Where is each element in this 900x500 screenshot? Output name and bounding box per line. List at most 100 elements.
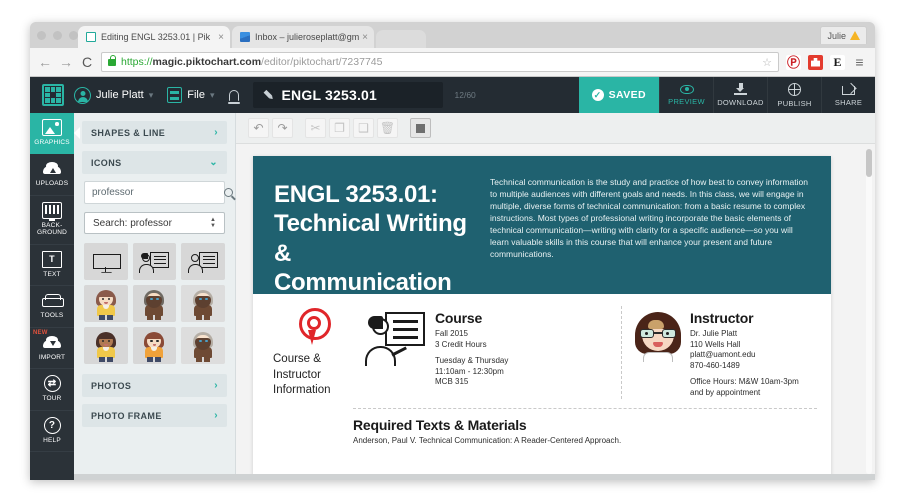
icon-filter-select[interactable]: Search: professor ▲ ▼	[84, 212, 225, 234]
scrollbar-thumb[interactable]	[866, 149, 872, 177]
icon-result-avatar-man-beard-dark[interactable]	[132, 285, 177, 322]
piktochart-logo[interactable]	[42, 84, 64, 106]
document-title: ENGL 3253.01	[281, 87, 378, 103]
zoom-window-button[interactable]	[69, 31, 78, 40]
sidebar-item-label: TEXT	[43, 270, 61, 278]
course-instructor-info-block[interactable]: Course & Instructor Information	[271, 306, 353, 399]
sidebar-item-help[interactable]: ? HELP	[30, 411, 74, 453]
stepper-icon[interactable]: ▲ ▼	[210, 217, 216, 229]
puzzle-extension-icon[interactable]	[808, 54, 823, 70]
instructor-block[interactable]: Instructor Dr. Julie Platt 110 Wells Hal…	[621, 306, 817, 399]
pinterest-extension-icon[interactable]: Ⓟ	[786, 54, 801, 70]
window-controls[interactable]	[37, 31, 78, 40]
file-menu[interactable]: File ▾	[167, 87, 215, 103]
undo-button[interactable]: ↶	[248, 118, 269, 138]
reload-button[interactable]: C	[80, 54, 94, 70]
browser-tab-strip: Editing ENGL 3253.01 | Pik × Inbox – jul…	[30, 22, 875, 48]
share-button[interactable]: SHARE	[821, 77, 875, 113]
label-line: Information	[273, 384, 331, 397]
redo-button[interactable]: ↷	[272, 118, 293, 138]
icon-result-avatar-woman-dark-skin[interactable]	[84, 327, 128, 364]
saved-button[interactable]: ✓ SAVED	[578, 77, 659, 113]
sidebar-item-background[interactable]: BACK- GROUND	[30, 196, 74, 245]
publish-button[interactable]: PUBLISH	[767, 77, 821, 113]
close-window-button[interactable]	[37, 31, 46, 40]
sidebar-item-tools[interactable]: TOOLS	[30, 286, 74, 328]
eye-icon	[679, 84, 694, 94]
browser-tab-piktochart[interactable]: Editing ENGL 3253.01 | Pik ×	[78, 26, 230, 48]
sidebar-item-tour[interactable]: ⇄ TOUR	[30, 369, 74, 411]
sidebar-item-text[interactable]: T TEXT	[30, 245, 74, 287]
preview-button[interactable]: PREVIEW	[659, 77, 713, 113]
chevron-down-icon: ▾	[209, 89, 215, 100]
infographic-page[interactable]: ENGL 3253.01: Technical Writing & Commun…	[253, 156, 831, 480]
evernote-extension-icon[interactable]: E	[830, 54, 845, 70]
infographic-header[interactable]: ENGL 3253.01: Technical Writing & Commun…	[253, 156, 831, 296]
browser-menu-icon[interactable]: ≡	[852, 54, 867, 70]
minimize-window-button[interactable]	[53, 31, 62, 40]
new-tab-button[interactable]	[376, 30, 426, 48]
sidebar-item-graphics[interactable]: GRAPHICS	[30, 113, 74, 155]
search-input[interactable]	[92, 187, 224, 198]
back-button[interactable]: ←	[38, 54, 52, 70]
canvas-scroll-region[interactable]: ENGL 3253.01: Technical Writing & Commun…	[236, 144, 875, 480]
globe-icon	[788, 82, 801, 96]
select-tool-button[interactable]	[410, 118, 431, 138]
browser-profile-chip[interactable]: Julie	[820, 26, 867, 44]
required-texts-body: Anderson, Paul V. Technical Communicatio…	[353, 435, 622, 445]
required-texts-heading: Required Texts & Materials	[353, 416, 527, 433]
panel-section-photos[interactable]: PHOTOS ›	[82, 374, 227, 397]
browser-tab-title: Editing ENGL 3253.01 | Pik	[101, 32, 211, 42]
paste-button[interactable]: ❑	[353, 118, 374, 138]
address-bar[interactable]: https://magic.piktochart.com/editor/pikt…	[101, 52, 779, 72]
toolbox-icon	[42, 292, 64, 309]
sidebar-item-import[interactable]: NEW IMPORT	[30, 328, 74, 370]
user-menu[interactable]: Julie Platt ▾	[74, 86, 153, 104]
delete-button[interactable]: 🗑	[377, 118, 398, 138]
instructor-avatar	[634, 310, 682, 362]
download-button[interactable]: DOWNLOAD	[713, 77, 767, 113]
title-line: & Communication	[274, 239, 452, 296]
sidebar-item-label: TOUR	[42, 395, 62, 403]
close-tab-icon[interactable]: ×	[218, 32, 224, 43]
icon-search-box[interactable]	[84, 181, 233, 204]
sidebar-item-label: HELP	[43, 436, 61, 444]
forward-button[interactable]: →	[59, 54, 73, 70]
upload-cloud-icon	[42, 160, 62, 177]
course-text: Course Fall 2015 3 Credit Hours Tuesday …	[435, 310, 611, 399]
bookmark-star-icon[interactable]: ☆	[762, 56, 772, 69]
required-texts-block[interactable]: Required Texts & Materials Anderson, Pau…	[353, 407, 817, 447]
browser-tab-inbox[interactable]: Inbox – julieroseplatt@gma ×	[232, 26, 374, 48]
panel-section-shapes-line[interactable]: SHAPES & LINE ›	[82, 121, 227, 144]
icon-result-avatar-woman-brown-hair[interactable]	[84, 285, 128, 322]
map-pin-icon	[297, 308, 331, 346]
panel-section-icons[interactable]: ICONS ⌄	[82, 151, 227, 174]
profile-name: Julie	[827, 30, 846, 41]
course-block[interactable]: Course Fall 2015 3 Credit Hours Tuesday …	[363, 306, 611, 399]
canvas-scrollbar[interactable]	[866, 149, 872, 474]
pencil-icon	[260, 87, 276, 103]
icon-result-presenter-plain[interactable]	[181, 243, 225, 280]
icon-result-avatar-man-grey-beard[interactable]	[181, 285, 225, 322]
search-icon[interactable]	[224, 188, 233, 197]
cut-button[interactable]: ✂	[305, 118, 326, 138]
document-title-field[interactable]: ENGL 3253.01	[252, 82, 443, 108]
question-icon: ?	[43, 416, 61, 434]
icon-result-avatar-man-light-beard[interactable]	[181, 327, 225, 364]
avatar-man-grey-beard-icon	[192, 288, 214, 320]
notifications-button[interactable]	[227, 89, 240, 104]
close-tab-icon[interactable]: ×	[362, 32, 368, 43]
panel-section-photo-frame[interactable]: PHOTO FRAME ›	[82, 404, 227, 427]
sidebar-item-uploads[interactable]: UPLOADS	[30, 154, 74, 196]
text-icon: T	[42, 250, 62, 268]
icon-result-presenter-whiteboard[interactable]	[132, 243, 177, 280]
sidebar-item-label: GRAPHICS	[34, 139, 70, 146]
url-host: magic.piktochart.com	[152, 56, 262, 68]
editor-body: GRAPHICS UPLOADS BACK- GROUND T TEXT TOOL…	[30, 113, 875, 480]
icon-result-avatar-woman-auburn-hair[interactable]	[132, 327, 177, 364]
copy-button[interactable]: ❐	[329, 118, 350, 138]
user-avatar-icon	[74, 86, 91, 104]
check-icon: ✓	[591, 89, 604, 101]
icon-result-projector-screen[interactable]	[84, 243, 128, 280]
infographic-title: ENGL 3253.01: Technical Writing & Commun…	[274, 174, 474, 296]
